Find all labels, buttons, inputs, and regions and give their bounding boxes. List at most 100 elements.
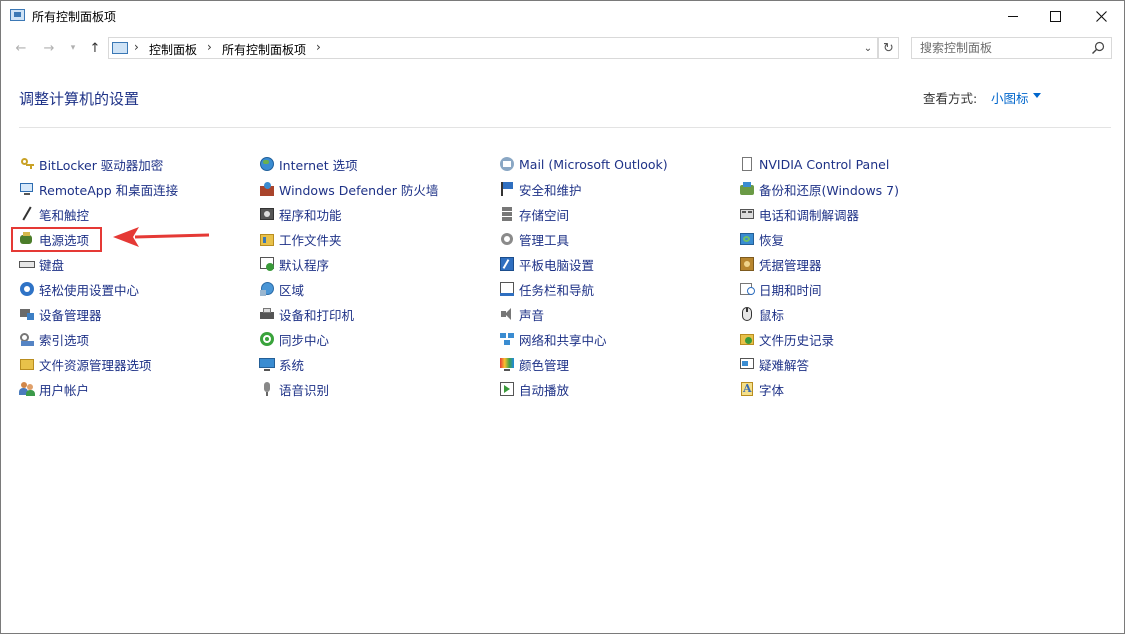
network-icon — [499, 331, 515, 347]
view-by-label: 查看方式: — [923, 91, 978, 106]
annotation-arrow-icon — [113, 227, 210, 247]
item-ease-of-access[interactable]: 轻松使用设置中心 — [19, 279, 139, 299]
mail-icon — [499, 156, 515, 172]
firewall-icon — [259, 181, 275, 197]
item-indexing-options[interactable]: 索引选项 — [19, 329, 89, 349]
item-programs-features[interactable]: 程序和功能 — [259, 204, 342, 224]
folder-options-icon — [19, 356, 35, 372]
item-windows-defender-firewall[interactable]: Windows Defender 防火墙 — [259, 179, 438, 199]
recent-locations-button[interactable]: ▾ — [63, 38, 83, 58]
item-file-history[interactable]: 文件历史记录 — [739, 329, 834, 349]
autoplay-icon — [499, 381, 515, 397]
forward-button[interactable]: → — [39, 38, 59, 58]
item-recovery[interactable]: 恢复 — [739, 229, 784, 249]
power-options-highlight — [11, 227, 102, 252]
item-storage-spaces[interactable]: 存储空间 — [499, 204, 569, 224]
refresh-button[interactable]: ↻ — [878, 37, 899, 59]
mouse-icon — [739, 306, 755, 322]
header-divider — [19, 127, 1111, 128]
title-bar[interactable]: 所有控制面板项 — [1, 1, 1124, 31]
item-taskbar-navigation[interactable]: 任务栏和导航 — [499, 279, 594, 299]
item-fonts[interactable]: A 字体 — [739, 379, 784, 399]
breadcrumb-all-items[interactable]: 所有控制面板项 — [222, 41, 306, 58]
chevron-down-icon: ⌄ — [863, 42, 873, 54]
control-panel-window: 所有控制面板项 ← → ▾ ↑ › 控制面板 › 所有控制面板项 › ⌄ ↻ 搜… — [0, 0, 1125, 634]
item-autoplay[interactable]: 自动播放 — [499, 379, 569, 399]
file-history-icon — [739, 331, 755, 347]
item-bitlocker[interactable]: BitLocker 驱动器加密 — [19, 154, 163, 174]
remote-desktop-icon — [19, 181, 35, 197]
view-by-dropdown[interactable]: 小图标 — [991, 88, 1029, 107]
item-credential-manager[interactable]: 凭据管理器 — [739, 254, 822, 274]
item-devices-printers[interactable]: 设备和打印机 — [259, 304, 354, 324]
programs-icon — [259, 206, 275, 222]
speaker-icon — [499, 306, 515, 322]
item-region[interactable]: 区域 — [259, 279, 304, 299]
address-bar[interactable]: › 控制面板 › 所有控制面板项 › ⌄ — [108, 37, 878, 59]
search-input[interactable] — [912, 38, 1087, 58]
phone-modem-icon — [739, 206, 755, 222]
item-backup-restore[interactable]: 备份和还原(Windows 7) — [739, 179, 899, 199]
region-globe-icon — [259, 281, 275, 297]
breadcrumb-control-panel[interactable]: 控制面板 — [149, 41, 197, 58]
credential-icon — [739, 256, 755, 272]
item-device-manager[interactable]: 设备管理器 — [19, 304, 102, 324]
taskbar-icon — [499, 281, 515, 297]
item-remoteapp[interactable]: RemoteApp 和桌面连接 — [19, 179, 178, 199]
arrow-up-icon: ↑ — [89, 40, 101, 56]
item-admin-tools[interactable]: 管理工具 — [499, 229, 569, 249]
sync-icon — [259, 331, 275, 347]
item-internet-options[interactable]: Internet 选项 — [259, 154, 358, 174]
pen-icon — [19, 206, 35, 222]
item-troubleshooting[interactable]: 疑难解答 — [739, 354, 809, 374]
item-file-explorer-options[interactable]: 文件资源管理器选项 — [19, 354, 152, 374]
item-keyboard[interactable]: 键盘 — [19, 254, 64, 274]
recovery-icon — [739, 231, 755, 247]
font-icon: A — [741, 382, 753, 396]
caret-down-icon[interactable] — [1033, 93, 1041, 98]
color-management-icon — [499, 356, 515, 372]
search-box[interactable] — [911, 37, 1112, 59]
flag-icon — [499, 181, 515, 197]
microphone-icon — [259, 381, 275, 397]
maximize-button[interactable] — [1032, 1, 1078, 31]
gear-icon — [499, 231, 515, 247]
control-panel-icon — [10, 9, 25, 21]
item-date-time[interactable]: 日期和时间 — [739, 279, 822, 299]
page-title: 调整计算机的设置 — [19, 90, 140, 108]
tablet-icon — [499, 256, 515, 272]
item-default-programs[interactable]: 默认程序 — [259, 254, 329, 274]
refresh-icon: ↻ — [883, 40, 894, 56]
chevron-right-icon[interactable]: › — [207, 40, 212, 54]
item-work-folders[interactable]: 工作文件夹 — [259, 229, 342, 249]
chevron-right-icon[interactable]: › — [134, 40, 139, 54]
close-button[interactable] — [1078, 1, 1124, 31]
back-button[interactable]: ← — [11, 38, 31, 58]
item-nvidia-control-panel[interactable]: NVIDIA Control Panel — [739, 154, 889, 174]
item-mouse[interactable]: 鼠标 — [739, 304, 784, 324]
system-icon — [259, 356, 275, 372]
item-mail[interactable]: Mail (Microsoft Outlook) — [499, 154, 668, 174]
navigation-bar: ← → ▾ ↑ › 控制面板 › 所有控制面板项 › ⌄ ↻ — [1, 34, 1124, 62]
item-color-management[interactable]: 颜色管理 — [499, 354, 569, 374]
item-system[interactable]: 系统 — [259, 354, 304, 374]
window-title: 所有控制面板项 — [32, 10, 117, 24]
backup-icon — [739, 181, 755, 197]
item-sync-center[interactable]: 同步中心 — [259, 329, 329, 349]
item-sound[interactable]: 声音 — [499, 304, 544, 324]
work-folders-icon — [259, 231, 275, 247]
item-tablet-settings[interactable]: 平板电脑设置 — [499, 254, 594, 274]
control-panel-icon — [112, 42, 128, 54]
chevron-right-icon[interactable]: › — [316, 40, 321, 54]
item-user-accounts[interactable]: 用户帐户 — [19, 379, 89, 399]
minimize-button[interactable] — [990, 1, 1036, 31]
item-pen-touch[interactable]: 笔和触控 — [19, 204, 89, 224]
default-programs-icon — [259, 256, 275, 272]
item-speech-recognition[interactable]: 语音识别 — [259, 379, 329, 399]
search-icon[interactable] — [1091, 41, 1105, 55]
item-network-sharing[interactable]: 网络和共享中心 — [499, 329, 607, 349]
address-dropdown-button[interactable]: ⌄ — [861, 40, 875, 56]
item-phone-modem[interactable]: 电话和调制解调器 — [739, 204, 859, 224]
item-security-maintenance[interactable]: 安全和维护 — [499, 179, 582, 199]
up-button[interactable]: ↑ — [85, 38, 105, 58]
